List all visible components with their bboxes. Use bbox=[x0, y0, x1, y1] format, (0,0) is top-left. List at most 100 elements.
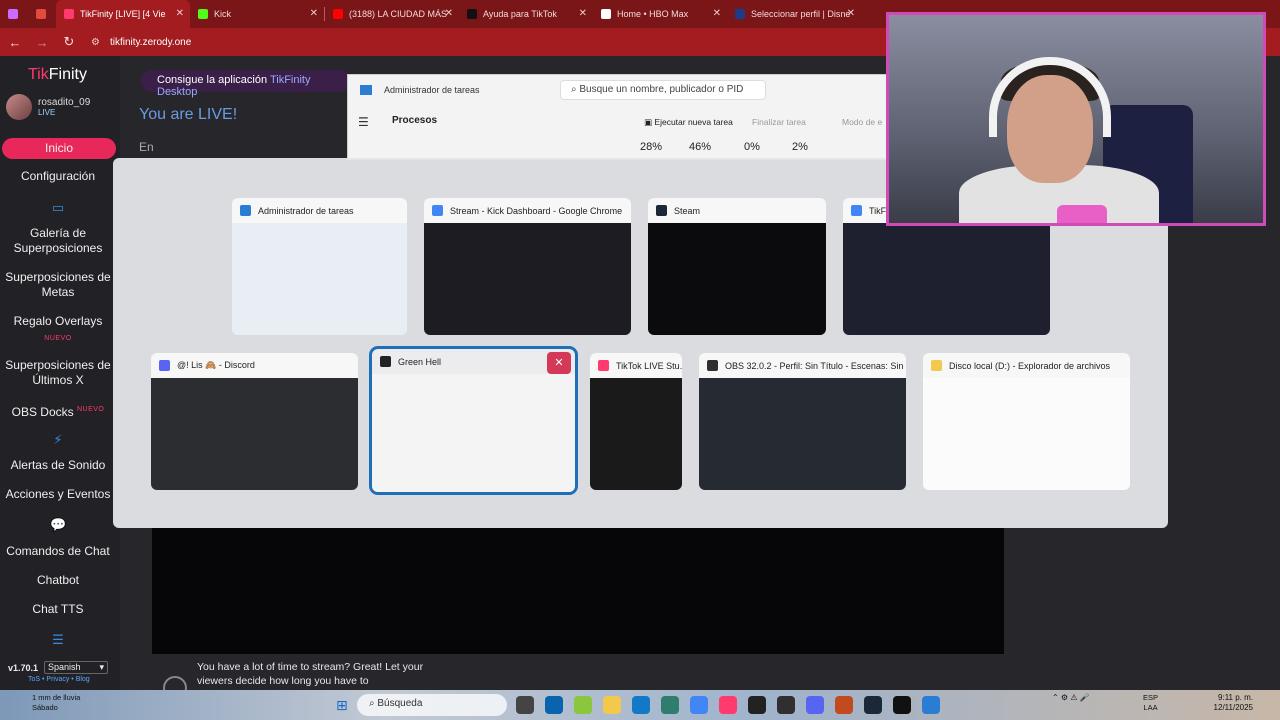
sidebar-item-obs-docks[interactable]: OBS Docks NUEVO bbox=[0, 402, 116, 420]
tab-pinned-1[interactable] bbox=[0, 0, 28, 28]
window-thumbnail-discord[interactable]: @! Lis 🙈 - Discord bbox=[151, 353, 358, 490]
avatar-sticker bbox=[1057, 205, 1107, 223]
efficiency-mode-button[interactable]: Modo de e bbox=[842, 117, 882, 127]
window-thumbnail-explorer[interactable]: Disco local (D:) - Explorador de archivo… bbox=[923, 353, 1130, 490]
sidebar-item-alertas[interactable]: Alertas de Sonido bbox=[0, 458, 116, 473]
close-icon[interactable]: ✕ bbox=[445, 8, 453, 19]
weather-widget[interactable]: 1 mm de lluvia Sábado bbox=[32, 693, 80, 713]
desktop-app-banner[interactable]: Consigue la aplicación TikFinity Desktop bbox=[141, 70, 351, 98]
window-title: Green Hell bbox=[398, 356, 442, 367]
task-view-icon[interactable] bbox=[516, 696, 534, 714]
sidebar-item-regalo[interactable]: Regalo Overlays NUEVO bbox=[0, 314, 116, 346]
reload-icon[interactable]: ↻ bbox=[57, 34, 81, 50]
section-label: En bbox=[139, 140, 154, 154]
sidebar-item-inicio[interactable]: Inicio bbox=[2, 138, 116, 159]
youtube-icon bbox=[333, 9, 343, 19]
tab-disney[interactable]: Seleccionar perfil | Disne ✕ bbox=[727, 0, 861, 28]
taskmgr-icon bbox=[360, 85, 372, 95]
input-language[interactable]: ESP LAA bbox=[1143, 693, 1158, 713]
address-bar[interactable]: ⚙ tikfinity.zerody.one bbox=[91, 31, 191, 53]
close-icon[interactable]: ✕ bbox=[847, 8, 855, 19]
avatar bbox=[6, 94, 32, 120]
taskmgr-icon bbox=[240, 205, 251, 216]
window-preview bbox=[590, 378, 682, 490]
language-value: Spanish bbox=[48, 662, 81, 672]
sidebar-item-label: OBS Docks bbox=[11, 405, 74, 419]
tab-youtube[interactable]: (3188) LA CIUDAD MÁS ✕ bbox=[325, 0, 459, 28]
tab-kick[interactable]: Kick ✕ bbox=[190, 0, 324, 28]
search-input[interactable]: ⌕ Busque un nombre, publicador o PID bbox=[560, 80, 766, 100]
sidebar-item-chatbot[interactable]: Chatbot bbox=[0, 573, 116, 588]
chrome-icon[interactable] bbox=[690, 696, 708, 714]
window-preview bbox=[232, 223, 407, 335]
memory-usage: 46% bbox=[689, 141, 712, 153]
explorer-icon[interactable] bbox=[603, 696, 621, 714]
url-text: tikfinity.zerody.one bbox=[109, 36, 192, 48]
close-icon[interactable]: ✕ bbox=[579, 8, 587, 19]
window-thumbnail-obs[interactable]: OBS 32.0.2 - Perfil: Sin Título - Escena… bbox=[699, 353, 906, 490]
sidebar-item-configuracion[interactable]: Configuración bbox=[0, 169, 116, 184]
sidebar-item-chat-tts[interactable]: Chat TTS bbox=[0, 602, 116, 617]
steam-icon[interactable] bbox=[864, 696, 882, 714]
hbo-icon bbox=[601, 9, 611, 19]
tab-pinned-2[interactable] bbox=[28, 0, 56, 28]
user-profile[interactable]: rosadito_09 LIVE bbox=[6, 94, 90, 120]
window-preview bbox=[843, 223, 1050, 335]
photos-icon[interactable] bbox=[574, 696, 592, 714]
language-code: ESP bbox=[1143, 693, 1159, 702]
kick-icon bbox=[198, 9, 208, 19]
back-icon[interactable]: ← bbox=[3, 35, 27, 50]
window-thumbnail-steam[interactable]: Steam bbox=[648, 198, 826, 335]
tiktok-icon[interactable] bbox=[719, 696, 737, 714]
window-thumbnail-taskmgr[interactable]: Administrador de tareas bbox=[232, 198, 407, 335]
taskmgr-icon[interactable] bbox=[922, 696, 940, 714]
tikfinity-logo[interactable]: TikFinity bbox=[28, 66, 87, 84]
forward-icon[interactable]: → bbox=[30, 35, 54, 50]
windows-taskbar: 1 mm de lluvia Sábado ⊞ ⌕ Búsqueda ⌃ ⚙ ⚠ … bbox=[0, 690, 1280, 720]
close-icon[interactable]: ✕ bbox=[713, 8, 721, 19]
chrome-icon bbox=[432, 205, 443, 216]
window-thumbnail-green-hell[interactable]: Green Hell ✕ bbox=[369, 346, 578, 495]
app-icon[interactable] bbox=[893, 696, 911, 714]
sidebar-item-metas[interactable]: Superposiciones de Metas bbox=[0, 270, 116, 300]
close-icon[interactable]: ✕ bbox=[176, 8, 184, 19]
banner-text: Consigue la aplicación bbox=[157, 74, 270, 86]
window-preview bbox=[372, 374, 575, 492]
sidebar-item-comandos[interactable]: Comandos de Chat bbox=[0, 544, 116, 559]
date: 12/11/2025 bbox=[1213, 703, 1253, 712]
greenhell-icon[interactable] bbox=[748, 696, 766, 714]
logo-finity: Finity bbox=[48, 66, 87, 83]
language-select[interactable]: Spanish ▾ bbox=[44, 661, 109, 674]
close-window-button[interactable]: ✕ bbox=[547, 352, 571, 374]
obs-icon[interactable] bbox=[777, 696, 795, 714]
clock[interactable]: 9:11 p. m. 12/11/2025 bbox=[1205, 693, 1253, 713]
list-icon: ☰ bbox=[52, 632, 64, 647]
system-tray[interactable]: ⌃ ⚙ ⚠ 🎤 bbox=[1052, 693, 1090, 702]
windows-start-icon[interactable]: ⊞ bbox=[336, 698, 350, 712]
store-icon[interactable] bbox=[661, 696, 679, 714]
new-task-button[interactable]: ▣ Ejecutar nueva tarea bbox=[644, 117, 733, 128]
app-icon[interactable] bbox=[835, 696, 853, 714]
sidebar-item-galeria[interactable]: Galería de Superposiciones bbox=[0, 226, 116, 256]
outlook-icon[interactable] bbox=[545, 696, 563, 714]
tab-hbo[interactable]: Home • HBO Max ✕ bbox=[593, 0, 727, 28]
tab-label: (3188) LA CIUDAD MÁS bbox=[349, 9, 448, 19]
steam-icon bbox=[656, 205, 667, 216]
discord-icon[interactable] bbox=[806, 696, 824, 714]
sidebar-item-acciones[interactable]: Acciones y Eventos bbox=[0, 487, 116, 502]
sidebar-item-ultimos[interactable]: Superposiciones de Últimos X bbox=[0, 358, 116, 388]
tab-tiktok-help[interactable]: Ayuda para TikTok ✕ bbox=[459, 0, 593, 28]
edge-icon[interactable] bbox=[632, 696, 650, 714]
taskbar-search[interactable]: ⌕ Búsqueda bbox=[357, 694, 507, 716]
button-label: Finalizar tarea bbox=[752, 117, 806, 127]
window-thumbnail-kick[interactable]: Stream - Kick Dashboard - Google Chrome bbox=[424, 198, 631, 335]
footer-links[interactable]: ToS • Privacy • Blog bbox=[28, 676, 90, 683]
close-icon[interactable]: ✕ bbox=[310, 8, 318, 19]
window-title: Steam bbox=[674, 205, 701, 216]
window-title: OBS 32.0.2 - Perfil: Sin Título - Escena… bbox=[725, 360, 906, 371]
menu-icon[interactable]: ☰ bbox=[358, 115, 369, 129]
site-info-icon[interactable]: ⚙ bbox=[91, 37, 100, 48]
end-task-button[interactable]: Finalizar tarea bbox=[752, 117, 806, 127]
tab-tikfinity[interactable]: TikFinity [LIVE] [4 Vie ✕ bbox=[56, 0, 190, 28]
window-thumbnail-tiktok-studio[interactable]: TikTok LIVE Stu... bbox=[590, 353, 682, 490]
